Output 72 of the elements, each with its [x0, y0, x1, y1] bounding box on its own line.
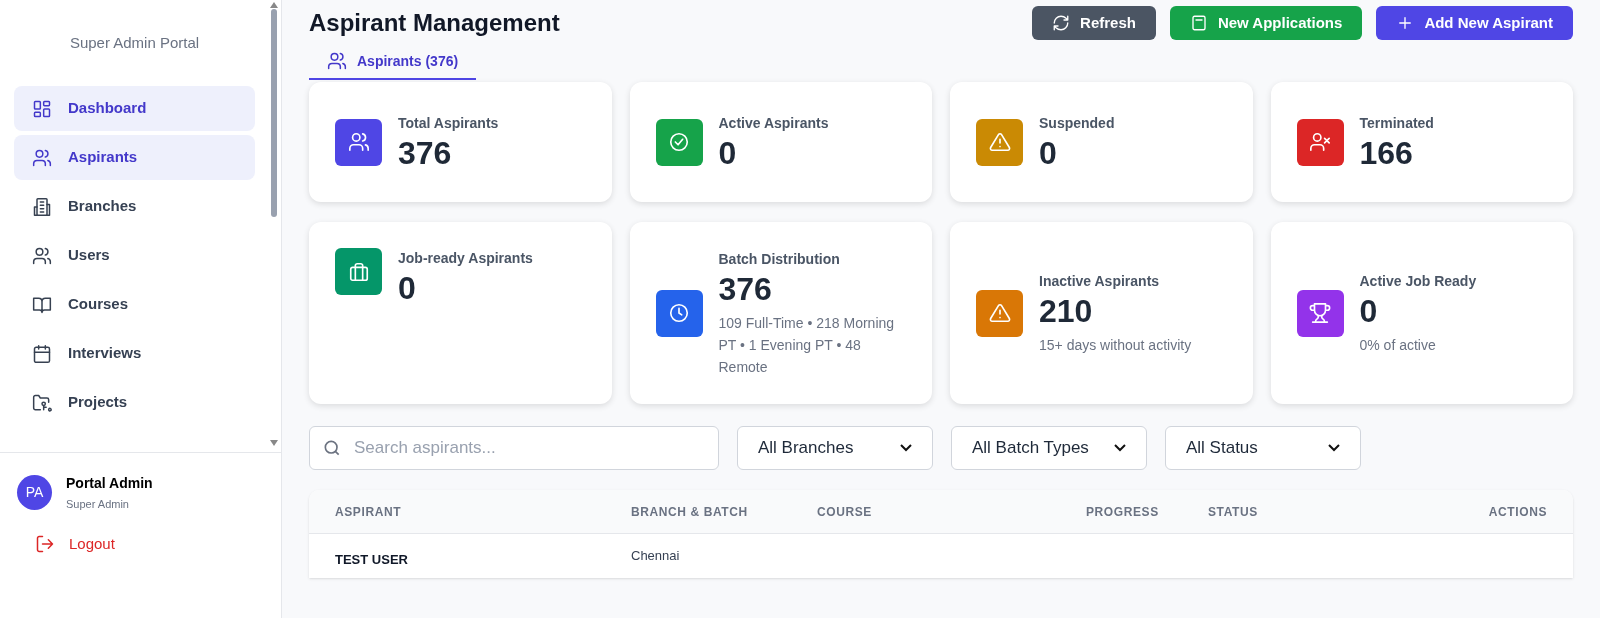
nav-item[interactable]: Projects — [14, 380, 255, 425]
warning-icon — [988, 302, 1011, 324]
column-header: ACTIONS — [1487, 503, 1547, 521]
users-icon — [32, 245, 52, 266]
user-avatar: PA — [17, 475, 52, 511]
check-circle-icon — [668, 131, 690, 153]
stat-label: Job-ready Aspirants — [398, 249, 533, 268]
tab[interactable]: Aspirants (376) — [309, 44, 477, 80]
filter-select[interactable]: All Batch Types — [951, 426, 1147, 470]
users-icon — [32, 147, 52, 168]
stat-value: 376 — [398, 133, 453, 172]
search-field[interactable]: Search aspirants... — [309, 426, 719, 470]
stat-label: Terminated — [1359, 113, 1434, 133]
stat-value: 0 — [718, 133, 738, 172]
users-icon — [347, 131, 370, 153]
column-header: COURSE — [817, 503, 873, 521]
column-header: BRANCH & BATCH — [631, 503, 749, 521]
stat-value: 0 — [398, 269, 417, 307]
refresh-icon — [1052, 14, 1071, 32]
table-cell-text: Chennai — [631, 547, 681, 565]
clipboard-icon — [1189, 14, 1208, 32]
stat-value: 0 — [1359, 291, 1379, 330]
scroll-thumb[interactable] — [271, 9, 277, 217]
table-cell-text: TEST USER — [335, 551, 409, 569]
stat-value: 0 — [1039, 133, 1058, 172]
logout-icon — [35, 533, 55, 554]
scroll-down-icon[interactable] — [270, 440, 278, 446]
scroll-up-icon[interactable] — [270, 2, 278, 8]
nav-item[interactable]: Interviews — [14, 331, 255, 376]
nav-item[interactable]: Courses — [14, 282, 255, 327]
stat-note: 109 Full-Time • 218 Morning PT • 1 Evening PT • 48 Remote — [718, 313, 896, 377]
users-icon — [327, 51, 347, 71]
stat-label: Inactive Aspirants — [1039, 271, 1161, 291]
column-header: PROGRESS — [1086, 503, 1160, 521]
user-name: Portal Admin — [66, 474, 153, 493]
nav-item[interactable]: Aspirants — [14, 135, 255, 180]
stat-label: Total Aspirants — [398, 113, 499, 133]
nav-item[interactable]: Branches — [14, 184, 255, 229]
stat-label: Active Job Ready — [1359, 271, 1478, 291]
stat-note: 0% of active — [1359, 335, 1437, 355]
nav-item[interactable]: Users — [14, 233, 255, 278]
warning-icon — [988, 131, 1011, 153]
clock-icon — [668, 302, 690, 324]
stat-value: 210 — [1039, 291, 1094, 330]
column-header: STATUS — [1208, 503, 1259, 521]
calendar-icon — [32, 343, 52, 364]
nav-item[interactable]: Dashboard — [14, 86, 255, 131]
folder-icon — [32, 392, 52, 413]
chevron-down-icon — [1114, 444, 1126, 452]
chevron-down-icon — [1328, 444, 1340, 452]
stat-label: Suspended — [1039, 113, 1115, 133]
user-x-icon — [1309, 131, 1331, 153]
stat-label: Batch Distribution — [718, 249, 841, 269]
briefcase-icon — [347, 260, 370, 283]
building-icon — [32, 196, 52, 217]
stat-label: Active Aspirants — [718, 113, 829, 133]
header-button[interactable]: Add New Aspirant — [1376, 6, 1573, 40]
filter-select[interactable]: All Branches — [737, 426, 933, 470]
grid-icon — [32, 98, 52, 119]
trophy-icon — [1309, 302, 1331, 324]
user-role: Super Admin — [66, 497, 130, 512]
portal-title: Super Admin Portal — [69, 32, 200, 53]
logout-link[interactable]: Logout — [35, 532, 115, 555]
column-header: ASPIRANT — [335, 503, 403, 521]
filter-select[interactable]: All Status — [1165, 426, 1361, 470]
stat-value: 376 — [718, 269, 773, 308]
search-icon — [322, 438, 342, 458]
header-button[interactable]: Refresh — [1032, 6, 1156, 40]
stat-value: 166 — [1359, 133, 1414, 172]
page-title: Aspirant Management — [309, 8, 560, 38]
chevron-down-icon — [900, 444, 912, 452]
stat-note: 15+ days without activity — [1039, 335, 1193, 355]
